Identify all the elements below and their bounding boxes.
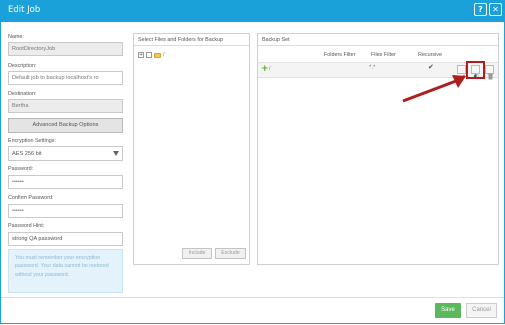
save-button[interactable]: Save (435, 303, 461, 318)
footer-divider (1, 297, 504, 298)
cancel-button[interactable]: Cancel (466, 303, 497, 318)
annotation-arrow (402, 75, 466, 103)
edit-job-dialog: Edit Job ? ✕ Name: RootDirectoryJob Desc… (0, 0, 505, 324)
